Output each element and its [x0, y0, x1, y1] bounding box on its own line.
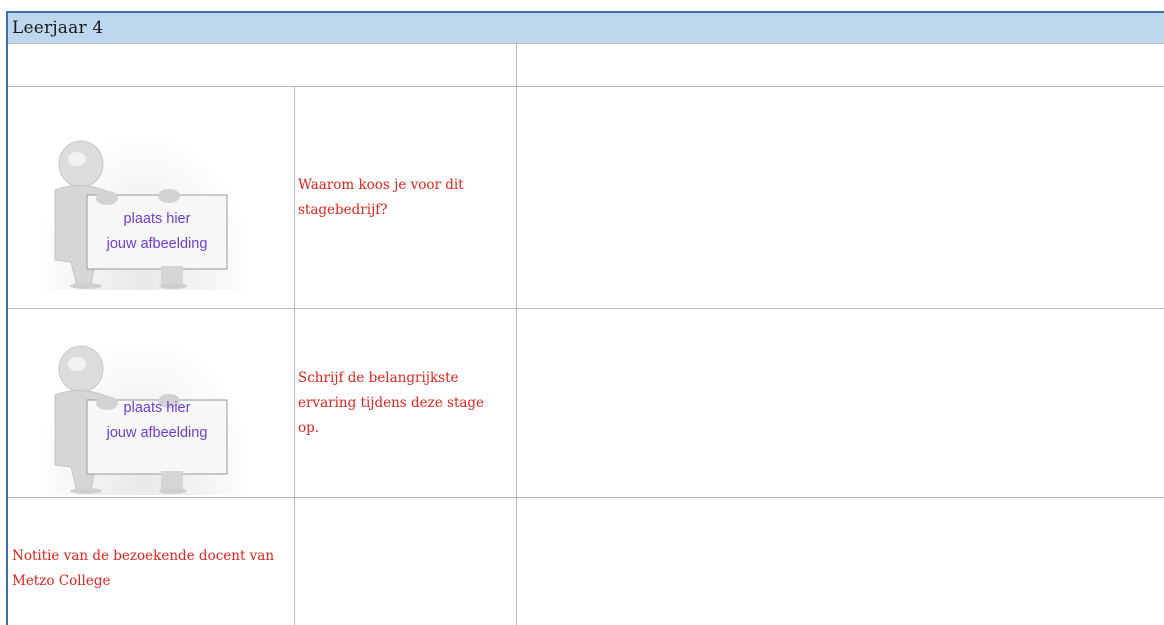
image-placeholder-caption: plaats hier jouw afbeelding [87, 207, 227, 257]
caption-line-1: plaats hier [123, 211, 191, 227]
empty-cell[interactable] [8, 44, 516, 86]
question-text: Schrijf de belangrijkste ervaring tijden… [298, 370, 485, 436]
table-title: Leerjaar 4 [12, 18, 104, 38]
table-header-row: Leerjaar 4 [8, 13, 1164, 44]
image-placeholder[interactable]: plaats hier jouw afbeelding [41, 345, 247, 495]
image-placeholder[interactable]: plaats hier jouw afbeelding [41, 140, 247, 290]
note-answer-cell[interactable] [517, 498, 1164, 625]
note-label: Notitie van de bezoekende docent van Met… [12, 548, 275, 589]
reflection-table: Leerjaar 4 plaats hier jouw afbeelding W… [6, 11, 1164, 625]
question-text: Waarom koos je voor dit stagebedrijf? [298, 177, 464, 218]
caption-line-2: jouw afbeelding [106, 425, 208, 441]
empty-cell[interactable] [517, 44, 1164, 86]
note-middle-cell[interactable] [295, 498, 516, 625]
answer-cell[interactable] [517, 309, 1164, 497]
caption-line-1: plaats hier [123, 400, 191, 416]
image-placeholder-caption: plaats hier jouw afbeelding [87, 396, 227, 446]
answer-cell[interactable] [517, 87, 1164, 308]
caption-line-2: jouw afbeelding [106, 236, 208, 252]
